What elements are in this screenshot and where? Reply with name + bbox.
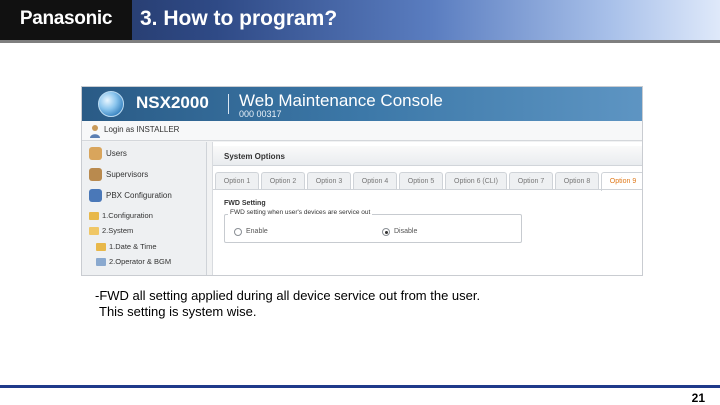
folder-icon <box>96 243 106 251</box>
sidebar-item-pbx-configuration[interactable]: PBX Configuration <box>82 186 207 206</box>
section-label: FWD Setting <box>224 200 266 207</box>
user-icon <box>90 125 100 138</box>
tab-bar: Option 1 Option 2 Option 3 Option 4 Opti… <box>215 172 642 191</box>
sidebar: Users Supervisors PBX Configuration 1.Co… <box>82 142 207 275</box>
pbx-icon <box>89 189 102 202</box>
tree-item-label: 2.System <box>102 226 134 235</box>
radio-disable[interactable] <box>382 228 390 236</box>
sidebar-item-label: Supervisors <box>106 170 149 179</box>
sidebar-item-users[interactable]: Users <box>82 144 207 164</box>
serial-number: 000 00317 <box>239 109 282 119</box>
panel-title: System Options <box>224 152 285 161</box>
header-bar: Panasonic 3. How to program? <box>0 0 720 40</box>
tree-item-label: 1.Date & Time <box>109 242 157 251</box>
tab-option-7[interactable]: Option 7 <box>509 172 553 190</box>
globe-icon <box>98 91 124 117</box>
logo-text: Panasonic <box>19 8 113 29</box>
console-screenshot: NSX2000 Web Maintenance Console 000 0031… <box>81 86 643 276</box>
product-name: NSX2000 <box>136 93 209 112</box>
sidebar-item-label: Users <box>106 149 127 158</box>
main-panel: System Options Option 1 Option 2 Option … <box>212 142 642 275</box>
radio-enable-label: Enable <box>246 228 268 235</box>
console-title: Web Maintenance Console <box>239 91 443 110</box>
radio-disable-label: Disable <box>394 228 418 235</box>
panel-title-bar: System Options <box>213 146 642 166</box>
speaker-icon <box>96 258 106 266</box>
header-divider <box>0 40 720 43</box>
sidebar-item-label: PBX Configuration <box>106 191 172 200</box>
login-bar: Login as INSTALLER <box>82 121 642 141</box>
console-header: NSX2000 Web Maintenance Console 000 0031… <box>82 87 642 121</box>
sidebar-item-supervisors[interactable]: Supervisors <box>82 165 207 185</box>
users-icon <box>89 147 102 160</box>
folder-open-icon <box>89 227 99 235</box>
group-label: FWD setting when user's devices are serv… <box>228 209 373 216</box>
page-number: 21 <box>691 391 705 405</box>
slide: Panasonic 3. How to program? NSX2000 Web… <box>0 0 720 405</box>
tab-option-6-cli[interactable]: Option 6 (CLI) <box>445 172 507 190</box>
supervisors-icon <box>89 168 102 181</box>
body-text: -FWD all setting applied during all devi… <box>95 288 655 320</box>
tab-option-2[interactable]: Option 2 <box>261 172 305 190</box>
tab-option-5[interactable]: Option 5 <box>399 172 443 190</box>
fwd-setting-group <box>224 214 522 243</box>
footer-divider <box>0 385 720 388</box>
body-line-2: This setting is system wise. <box>99 304 257 319</box>
tab-option-8[interactable]: Option 8 <box>555 172 599 190</box>
tab-divider <box>213 189 642 190</box>
tab-option-1[interactable]: Option 1 <box>215 172 259 190</box>
login-label: Login as INSTALLER <box>104 125 180 134</box>
radio-enable[interactable] <box>234 228 242 236</box>
tab-option-3[interactable]: Option 3 <box>307 172 351 190</box>
slide-title: 3. How to program? <box>140 7 338 30</box>
logo: Panasonic <box>0 0 132 40</box>
tab-option-4[interactable]: Option 4 <box>353 172 397 190</box>
tree-item-label: 1.Configuration <box>102 211 153 220</box>
body-line-1: -FWD all setting applied during all devi… <box>95 288 481 303</box>
folder-icon <box>89 212 99 220</box>
header-separator <box>228 94 229 114</box>
tree-item-label: 2.Operator & BGM <box>109 257 172 266</box>
